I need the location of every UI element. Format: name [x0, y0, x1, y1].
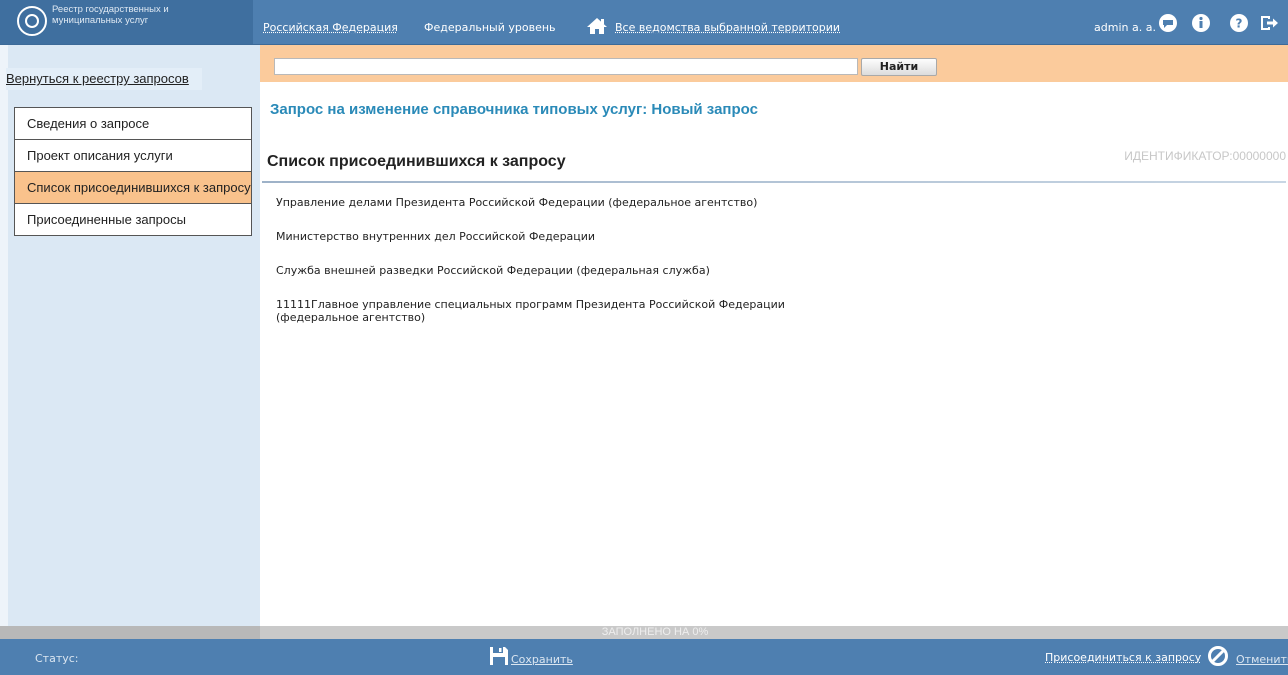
save-label: Сохранить: [511, 653, 573, 666]
svg-text:?: ?: [1236, 17, 1243, 31]
section-divider: [262, 181, 1286, 183]
list-item: Служба внешней разведки Российской Федер…: [276, 264, 710, 277]
list-item: Министерство внутренних дел Российской Ф…: [276, 230, 596, 243]
footer-bar: Статус: Сохранить Присоединиться к запро…: [0, 639, 1288, 675]
sidebar-item-service-draft[interactable]: Проект описания услуги: [14, 139, 252, 172]
info-icon[interactable]: [1191, 13, 1211, 33]
chat-icon[interactable]: [1158, 13, 1178, 33]
cancel-link[interactable]: Отменить: [1236, 653, 1288, 666]
sidebar-item-joined-list[interactable]: Список присоединившихся к запросу: [14, 171, 252, 204]
page-title: Запрос на изменение справочника типовых …: [270, 101, 758, 118]
search-button[interactable]: Найти: [861, 58, 937, 76]
logout-icon[interactable]: [1259, 13, 1279, 33]
level-label[interactable]: Федеральный уровень: [424, 22, 556, 34]
logo-text: Реестр государственных и муниципальных у…: [52, 4, 169, 26]
join-request-link[interactable]: Присоединиться к запросу: [1045, 651, 1201, 664]
sidebar-item-request-info[interactable]: Сведения о запросе: [14, 107, 252, 140]
cancel-icon[interactable]: [1207, 645, 1229, 667]
logo-icon: [17, 6, 47, 36]
list-item: Управление делами Президента Российской …: [276, 196, 758, 209]
departments-link[interactable]: Все ведомства выбранной территории: [615, 22, 840, 34]
territory-link[interactable]: Российская Федерация: [263, 22, 398, 34]
sidebar-menu: Сведения о запросе Проект описания услуг…: [14, 107, 252, 236]
list-item: 11111Главное управление специальных прог…: [276, 298, 785, 324]
sidebar-item-joined-requests[interactable]: Присоединенные запросы: [14, 203, 252, 236]
logo[interactable]: Реестр государственных и муниципальных у…: [0, 0, 253, 44]
progress-label: ЗАПОЛНЕНО НА 0%: [601, 626, 709, 638]
user-name[interactable]: admin a. a.: [1094, 22, 1156, 34]
back-to-registry-link[interactable]: Вернуться к реестру запросов: [6, 68, 202, 90]
completion-progress-bar: ЗАПОЛНЕНО НА 0%: [0, 626, 1288, 639]
status-label: Статус:: [35, 652, 79, 665]
joined-organizations-list: Управление делами Президента Российской …: [276, 196, 846, 345]
section-title: Список присоединившихся к запросу: [267, 153, 566, 170]
floppy-disk-icon: [490, 647, 508, 665]
help-icon[interactable]: ?: [1229, 13, 1249, 33]
home-icon[interactable]: [586, 17, 608, 35]
top-bar: Реестр государственных и муниципальных у…: [0, 0, 1288, 45]
request-identifier: ИДЕНТИФИКАТОР:00000000: [1124, 149, 1286, 163]
search-input[interactable]: [274, 58, 858, 75]
